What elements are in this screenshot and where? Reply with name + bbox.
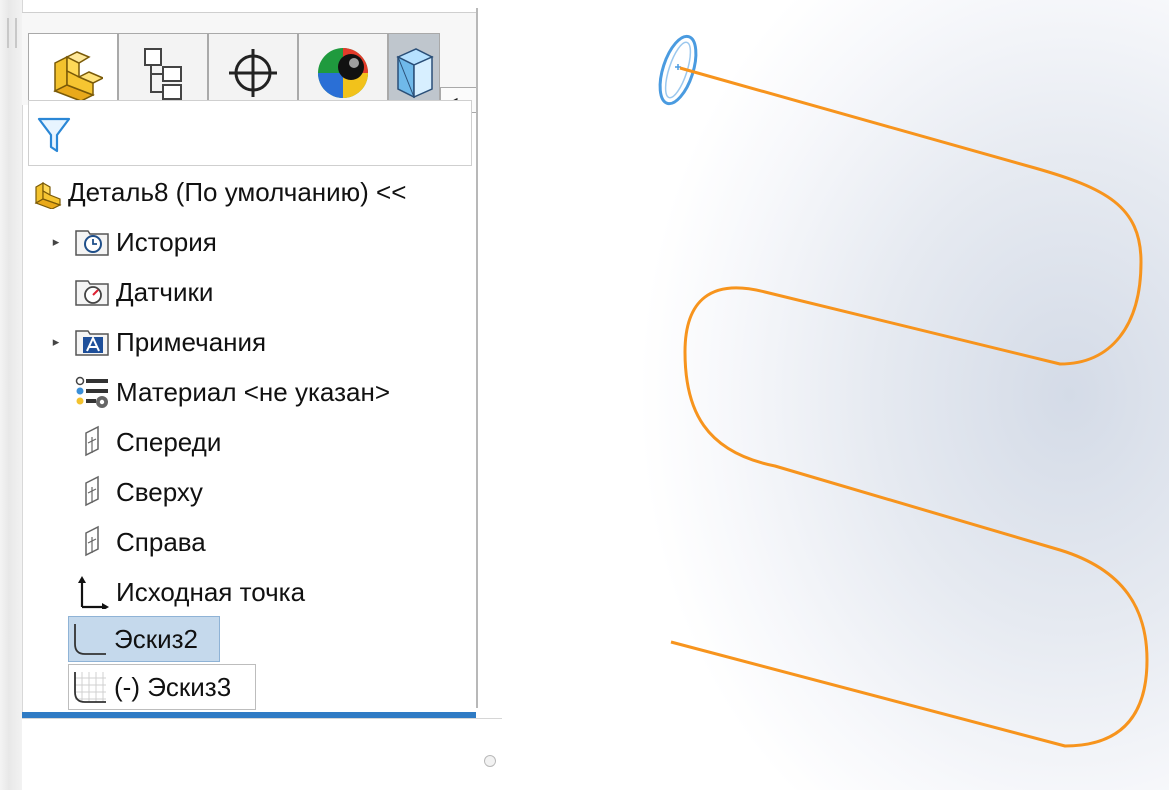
tree-item-label: (-) Эскиз3 <box>114 671 232 702</box>
tree-item-label: Примечания <box>116 326 267 357</box>
property-manager-icon <box>144 48 182 100</box>
manager-tabs: ◂ ▸ <box>22 12 496 113</box>
feature-manager-panel: ◂ ▸ Деталь8 (По умолчанию) << ▸ <box>0 0 515 791</box>
panel-grip[interactable] <box>7 18 17 48</box>
sensors-folder-icon <box>72 274 112 310</box>
tree-item-label: История <box>116 226 217 257</box>
tree-item-right-plane[interactable]: Справа <box>48 520 206 564</box>
tree-item-label: Эскиз2 <box>114 623 198 654</box>
details-pane <box>22 718 502 791</box>
plane-icon <box>72 524 112 560</box>
expand-arrow-icon[interactable]: ▸ <box>48 234 64 250</box>
history-folder-icon <box>72 224 112 260</box>
origin-icon <box>72 574 112 610</box>
expand-arrow-icon[interactable]: ▸ <box>48 334 64 350</box>
tree-item-front-plane[interactable]: Спереди <box>48 420 221 464</box>
tree-filter[interactable] <box>28 100 472 166</box>
tree-item-label: Исходная точка <box>116 576 306 607</box>
tree-item-top-plane[interactable]: Сверху <box>48 470 203 514</box>
tree-root-part[interactable]: Деталь8 (По умолчанию) << <box>30 170 406 214</box>
tree-item-label: Спереди <box>116 426 222 457</box>
feature-manager-icon <box>53 51 103 102</box>
tree-item-origin[interactable]: Исходная точка <box>48 570 305 614</box>
plane-icon <box>72 474 112 510</box>
part-icon <box>30 174 64 210</box>
sketch-3d-icon <box>70 669 110 705</box>
sketch-path-curve[interactable] <box>670 66 1149 748</box>
tree-item-sketch3[interactable]: (-) Эскиз3 <box>70 665 231 709</box>
resize-handle[interactable] <box>484 755 496 767</box>
tree-item-label: Материал <не указан> <box>116 376 391 407</box>
tree-item-sketch2[interactable]: Эскиз2 <box>70 617 198 661</box>
annotations-folder-icon <box>72 324 112 360</box>
tree-item-label: Датчики <box>116 276 214 307</box>
appearance-icon <box>318 48 368 98</box>
panel-right-strip <box>478 0 515 790</box>
panel-left-strip[interactable] <box>0 0 23 790</box>
material-icon <box>72 374 112 410</box>
tree-item-history[interactable]: ▸ История <box>48 220 217 264</box>
tree-item-material[interactable]: Материал <не указан> <box>48 370 390 414</box>
display-manager-icon <box>396 48 434 99</box>
plane-icon <box>72 424 112 460</box>
tree-item-label: Справа <box>116 526 206 557</box>
tree-item-label: Сверху <box>116 476 203 507</box>
configuration-manager-icon <box>229 49 277 97</box>
tree-item-sensors[interactable]: Датчики <box>48 270 213 314</box>
tree-root-label: Деталь8 (По умолчанию) << <box>68 176 407 207</box>
sketch-icon <box>70 621 110 657</box>
graphics-viewport[interactable] <box>515 0 1169 790</box>
sketch-canvas <box>658 34 1149 748</box>
tree-item-annotations[interactable]: ▸ Примечания <box>48 320 266 364</box>
filter-funnel-icon <box>37 117 71 153</box>
